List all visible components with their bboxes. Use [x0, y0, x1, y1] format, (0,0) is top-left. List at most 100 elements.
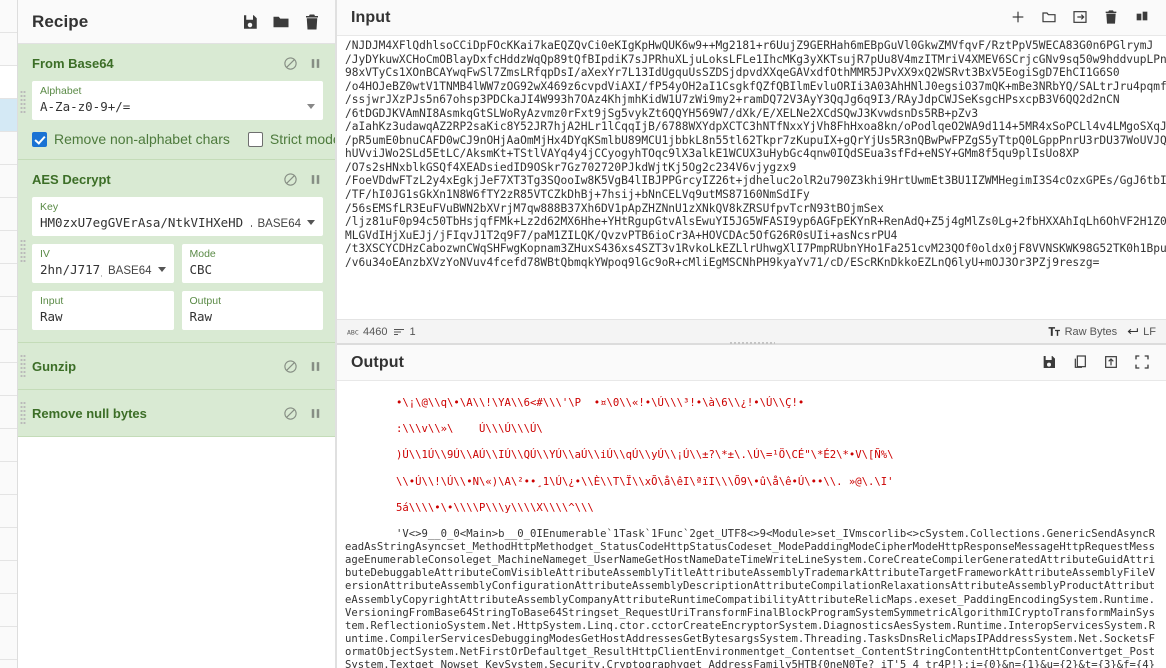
cyberchef-app: Recipe From Base64 Alphabet A-Za-z0-9+/=…: [0, 0, 1166, 668]
operation-title: Gunzip: [32, 358, 77, 374]
operation-list-item[interactable]: [0, 264, 17, 297]
operation-list-item[interactable]: [0, 165, 17, 198]
input-format-toggle[interactable]: Raw Bytes: [1048, 326, 1117, 338]
alphabet-label: Alphabet: [40, 85, 82, 97]
output-textarea[interactable]: •\¡\@\\q\•\A\\!\YA\\6<#\\\'\P •¤\0\\«!•\…: [337, 381, 1166, 668]
operation-list-item[interactable]: [0, 33, 17, 66]
output-line: 'V<>9__0_0<Main>b__0_0IEnumerable`1Task`…: [345, 528, 1156, 668]
alphabet-field[interactable]: Alphabet A-Za-z0-9+/=: [32, 81, 323, 120]
key-encoding-dropdown[interactable]: BASE64: [252, 218, 315, 231]
aes-input-field[interactable]: Input Raw: [32, 291, 174, 330]
output-line: )Ú\\1Ú\\9Ú\\AÚ\\IÚ\\QÚ\\YÚ\\aÚ\\iÚ\\qÚ\\…: [396, 449, 894, 462]
io-column: Input /NJDJM4XFlQdhlsoCCiDpFOcKKai7kaEQZ…: [337, 0, 1166, 668]
aes-output-field[interactable]: Output Raw: [181, 291, 323, 330]
output-line: •\¡\@\\q\•\A\\!\YA\\6<#\\\'\P •¤\0\\«!•\…: [396, 397, 805, 410]
aes-input-value[interactable]: Raw: [40, 308, 166, 325]
recipe-operation-remove-null-bytes[interactable]: Remove null bytes: [18, 390, 335, 437]
pause-operation-icon[interactable]: [308, 406, 323, 421]
operation-list-item[interactable]: [0, 198, 17, 231]
operation-list-item[interactable]: [0, 231, 17, 264]
checkbox-icon-unchecked[interactable]: [247, 131, 263, 147]
operation-list-item[interactable]: [0, 132, 17, 165]
iv-field[interactable]: IV 2hn/J717js … BASE64: [32, 244, 174, 283]
strict-mode-checkbox[interactable]: Strict mode: [247, 131, 335, 147]
disable-operation-icon[interactable]: [283, 172, 298, 187]
recipe-operation-aes-decrypt[interactable]: AES Decrypt Key HM0zxU7egGVErAsa/NtkVIHX…: [18, 160, 335, 343]
mode-value[interactable]: CBC: [190, 261, 316, 278]
operation-controls: [283, 359, 323, 374]
drag-handle-icon[interactable]: [20, 354, 26, 378]
pane-resize-handle[interactable]: [728, 341, 775, 346]
drag-handle-icon[interactable]: [20, 89, 26, 114]
operation-list-item[interactable]: [0, 495, 17, 528]
operation-list-item[interactable]: [0, 297, 17, 330]
disable-operation-icon[interactable]: [283, 359, 298, 374]
disable-operation-icon[interactable]: [283, 56, 298, 71]
iv-value[interactable]: 2hn/J717js …: [40, 261, 102, 278]
maximise-output-icon[interactable]: [1134, 354, 1152, 372]
character-count: ABC 4460: [347, 326, 387, 338]
pause-operation-icon[interactable]: [308, 359, 323, 374]
operation-list-item[interactable]: [0, 66, 17, 99]
operation-header: AES Decrypt: [32, 168, 323, 190]
save-recipe-icon[interactable]: [241, 13, 259, 31]
disable-operation-icon[interactable]: [283, 406, 298, 421]
key-field[interactable]: Key HM0zxU7egGVErAsa/NtkVIHXeHD … BASE64: [32, 197, 323, 236]
operation-list-item[interactable]: [0, 330, 17, 363]
add-input-tab-icon[interactable]: [1010, 9, 1028, 27]
operation-list-item[interactable]: [0, 561, 17, 594]
operation-list-item[interactable]: [0, 396, 17, 429]
input-textarea[interactable]: /NJDJM4XFlQdhlsoCCiDpFOcKKai7kaEQZQvCi0e…: [337, 36, 1166, 319]
reset-pane-icon[interactable]: [1134, 9, 1152, 27]
drag-handle-icon[interactable]: [20, 401, 26, 425]
chevron-down-icon[interactable]: [307, 104, 315, 109]
operation-list-item[interactable]: [0, 429, 17, 462]
open-folder-icon[interactable]: [1041, 9, 1059, 27]
output-title: Output: [351, 353, 405, 371]
mode-label: Mode: [189, 248, 216, 260]
operation-list-item[interactable]: [0, 528, 17, 561]
operation-list-item[interactable]: [0, 99, 17, 132]
mode-field[interactable]: Mode CBC: [181, 244, 323, 283]
aes-output-label: Output: [189, 295, 222, 307]
iv-encoding-dropdown[interactable]: BASE64: [102, 265, 166, 278]
input-status-right: Raw Bytes LF: [1048, 326, 1156, 338]
recipe-operation-list[interactable]: From Base64 Alphabet A-Za-z0-9+/= Remove…: [18, 44, 335, 668]
svg-text:ABC: ABC: [347, 328, 359, 336]
key-value[interactable]: HM0zxU7egGVErAsa/NtkVIHXeHD …: [40, 214, 252, 231]
recipe-title: Recipe: [32, 11, 89, 31]
pause-operation-icon[interactable]: [308, 56, 323, 71]
recipe-operation-from-base64[interactable]: From Base64 Alphabet A-Za-z0-9+/= Remove…: [18, 44, 335, 160]
iv-mode-row: IV 2hn/J717js … BASE64 Mode CBC: [32, 244, 323, 283]
aes-output-value[interactable]: Raw: [190, 308, 316, 325]
drag-handle-icon[interactable]: [20, 239, 26, 263]
operation-title: Remove null bytes: [32, 405, 147, 421]
operation-list-item[interactable]: [0, 462, 17, 495]
line-count-value: 1: [409, 325, 416, 338]
operation-list-item[interactable]: [0, 0, 17, 33]
checkbox-icon-checked[interactable]: [32, 131, 47, 147]
operation-list-item[interactable]: [0, 660, 17, 668]
chevron-down-icon[interactable]: [307, 220, 315, 225]
checkbox-row: Remove non-alphabet chars Strict mode: [32, 131, 335, 147]
alphabet-value[interactable]: A-Za-z0-9+/=: [40, 98, 301, 115]
line-ending-toggle[interactable]: LF: [1126, 326, 1156, 338]
operations-list-sliver[interactable]: [0, 0, 18, 668]
remove-non-alphabet-chars-checkbox[interactable]: Remove non-alphabet chars: [32, 131, 230, 147]
copy-output-icon[interactable]: [1072, 354, 1090, 372]
save-output-icon[interactable]: [1041, 354, 1059, 372]
operation-list-item[interactable]: [0, 594, 17, 627]
pause-operation-icon[interactable]: [308, 172, 323, 187]
text-format-icon: [1048, 327, 1060, 336]
clear-recipe-icon[interactable]: [303, 13, 321, 31]
load-recipe-icon[interactable]: [272, 13, 290, 31]
recipe-operation-gunzip[interactable]: Gunzip: [18, 343, 335, 390]
line-ending-value: LF: [1143, 325, 1156, 338]
operation-list-item[interactable]: [0, 627, 17, 660]
clear-input-icon[interactable]: [1103, 9, 1121, 27]
input-title-bar: Input: [337, 0, 1166, 36]
chevron-down-icon[interactable]: [157, 267, 166, 272]
replace-input-icon[interactable]: [1103, 354, 1121, 372]
operation-list-item[interactable]: [0, 363, 17, 396]
open-file-icon[interactable]: [1072, 9, 1090, 27]
